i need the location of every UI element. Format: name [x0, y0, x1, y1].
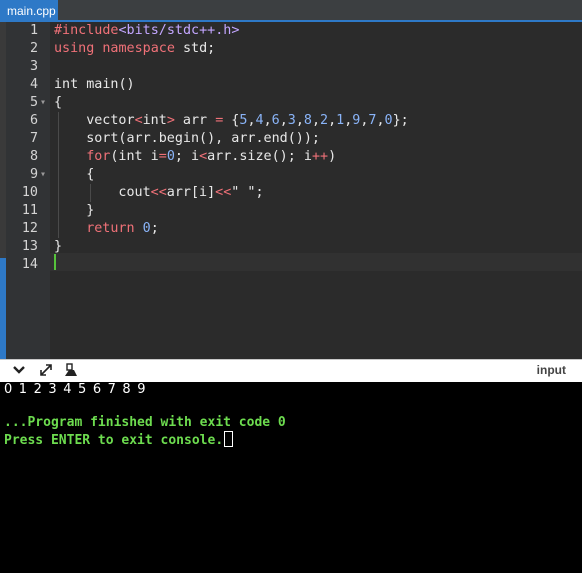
code-line[interactable]: { [54, 94, 62, 112]
line-number: 8 [29, 149, 38, 164]
line-number: 12 [21, 221, 38, 236]
line-number: 6 [29, 113, 38, 128]
line-number: 4 [29, 77, 38, 92]
code-token: , [279, 113, 288, 128]
current-line-highlight [50, 253, 582, 271]
code-line[interactable]: int main() [54, 76, 135, 94]
code-token: arr [174, 113, 216, 128]
code-token: 0 [166, 149, 175, 164]
code-token: 1 [336, 113, 345, 128]
exit-prompt-text: Press ENTER to exit console. [4, 433, 224, 448]
indent-guide [58, 112, 59, 238]
chevron-down-icon[interactable] [11, 363, 27, 379]
code-line[interactable]: { [86, 166, 94, 184]
line-number: 3 [29, 59, 38, 74]
code-token: } [54, 239, 63, 254]
code-token: 2 [320, 113, 329, 128]
code-token: , [295, 113, 304, 128]
fold-toggle-icon[interactable]: ▾ [40, 166, 46, 184]
code-line[interactable]: sort(arr.begin(), arr.end()); [86, 130, 320, 148]
line-number: 11 [21, 203, 38, 218]
code-token: << [150, 185, 167, 200]
code-token: 6 [271, 113, 280, 128]
code-token: , [263, 113, 272, 128]
code-token: < [134, 113, 143, 128]
line-number: 2 [29, 41, 38, 56]
code-token: vector [86, 113, 135, 128]
code-token: { [86, 167, 95, 182]
code-token: { [54, 95, 63, 110]
code-token: }; [392, 113, 409, 128]
code-token: ++ [311, 149, 329, 164]
console-output[interactable]: 0 1 2 3 4 5 6 7 8 9 ...Program finished … [0, 382, 582, 573]
code-token: << [215, 185, 232, 200]
code-token: arr[i] [166, 185, 216, 200]
code-token: 0 [142, 221, 151, 236]
console-toolbar: input [0, 359, 582, 382]
expand-icon[interactable] [38, 363, 54, 379]
code-line[interactable]: vector<int> arr = {5,4,6,3,8,2,1,9,7,0}; [86, 112, 409, 130]
indent-guide [90, 184, 92, 202]
code-token: , [247, 113, 256, 128]
program-output: 0 1 2 3 4 5 6 7 8 9 [4, 382, 147, 397]
code-token: #include [54, 23, 119, 38]
code-token: std; [183, 41, 216, 56]
code-token: for [86, 149, 111, 164]
line-number-gutter: 1 2 3 4 5 ▾ 6 7 8 9 ▾ 10 11 12 13 14 [6, 22, 50, 359]
console-cursor [224, 431, 234, 447]
code-token: } [86, 203, 95, 218]
line-number: 9 [29, 167, 38, 182]
code-token: return [86, 221, 143, 236]
code-line[interactable]: } [86, 202, 94, 220]
code-line[interactable]: for(int i=0; i<arr.size(); i++) [86, 148, 336, 166]
code-token: > [166, 113, 175, 128]
code-line[interactable]: cout<<arr[i]<<" "; [118, 184, 263, 202]
code-token: < [199, 149, 208, 164]
code-token: 8 [303, 113, 312, 128]
text-cursor [54, 254, 56, 270]
code-token: sort(arr.begin(), arr.end()); [86, 131, 320, 146]
code-token: { [223, 113, 240, 128]
code-token: 4 [255, 113, 264, 128]
code-token: using namespace [54, 41, 183, 56]
code-token: ; i [174, 149, 200, 164]
code-line[interactable]: using namespace std; [54, 40, 215, 58]
code-token: int main() [54, 77, 135, 92]
line-number: 14 [21, 257, 38, 272]
code-token: cout [118, 185, 151, 200]
line-number: 5 [29, 95, 38, 110]
tab-bar: main.cpp [0, 0, 582, 22]
code-line[interactable]: #include<bits/stdc++.h> [54, 22, 239, 40]
tab-main-cpp[interactable]: main.cpp [0, 0, 58, 22]
code-token: = [158, 149, 167, 164]
clear-console-icon[interactable] [63, 363, 79, 379]
input-label[interactable]: input [537, 363, 566, 377]
code-token: " "; [231, 185, 264, 200]
code-token: int [142, 113, 167, 128]
code-token: 0 [384, 113, 393, 128]
exit-message: ...Program finished with exit code 0 [4, 415, 286, 430]
code-token: , [376, 113, 385, 128]
code-line[interactable]: return 0; [86, 220, 159, 238]
code-token: <bits/stdc++.h> [118, 23, 240, 38]
line-number: 7 [29, 131, 38, 146]
code-token: arr.size(); i [207, 149, 312, 164]
exit-prompt: Press ENTER to exit console. [4, 431, 234, 449]
fold-toggle-icon[interactable]: ▾ [40, 94, 46, 112]
code-token: ; [150, 221, 159, 236]
code-token: ) [328, 149, 337, 164]
code-token: (int i [110, 149, 159, 164]
code-token: , [311, 113, 320, 128]
line-number: 1 [29, 23, 38, 38]
code-token: 3 [287, 113, 296, 128]
line-number: 10 [21, 185, 38, 200]
code-token: , [328, 113, 337, 128]
line-number: 13 [21, 239, 38, 254]
